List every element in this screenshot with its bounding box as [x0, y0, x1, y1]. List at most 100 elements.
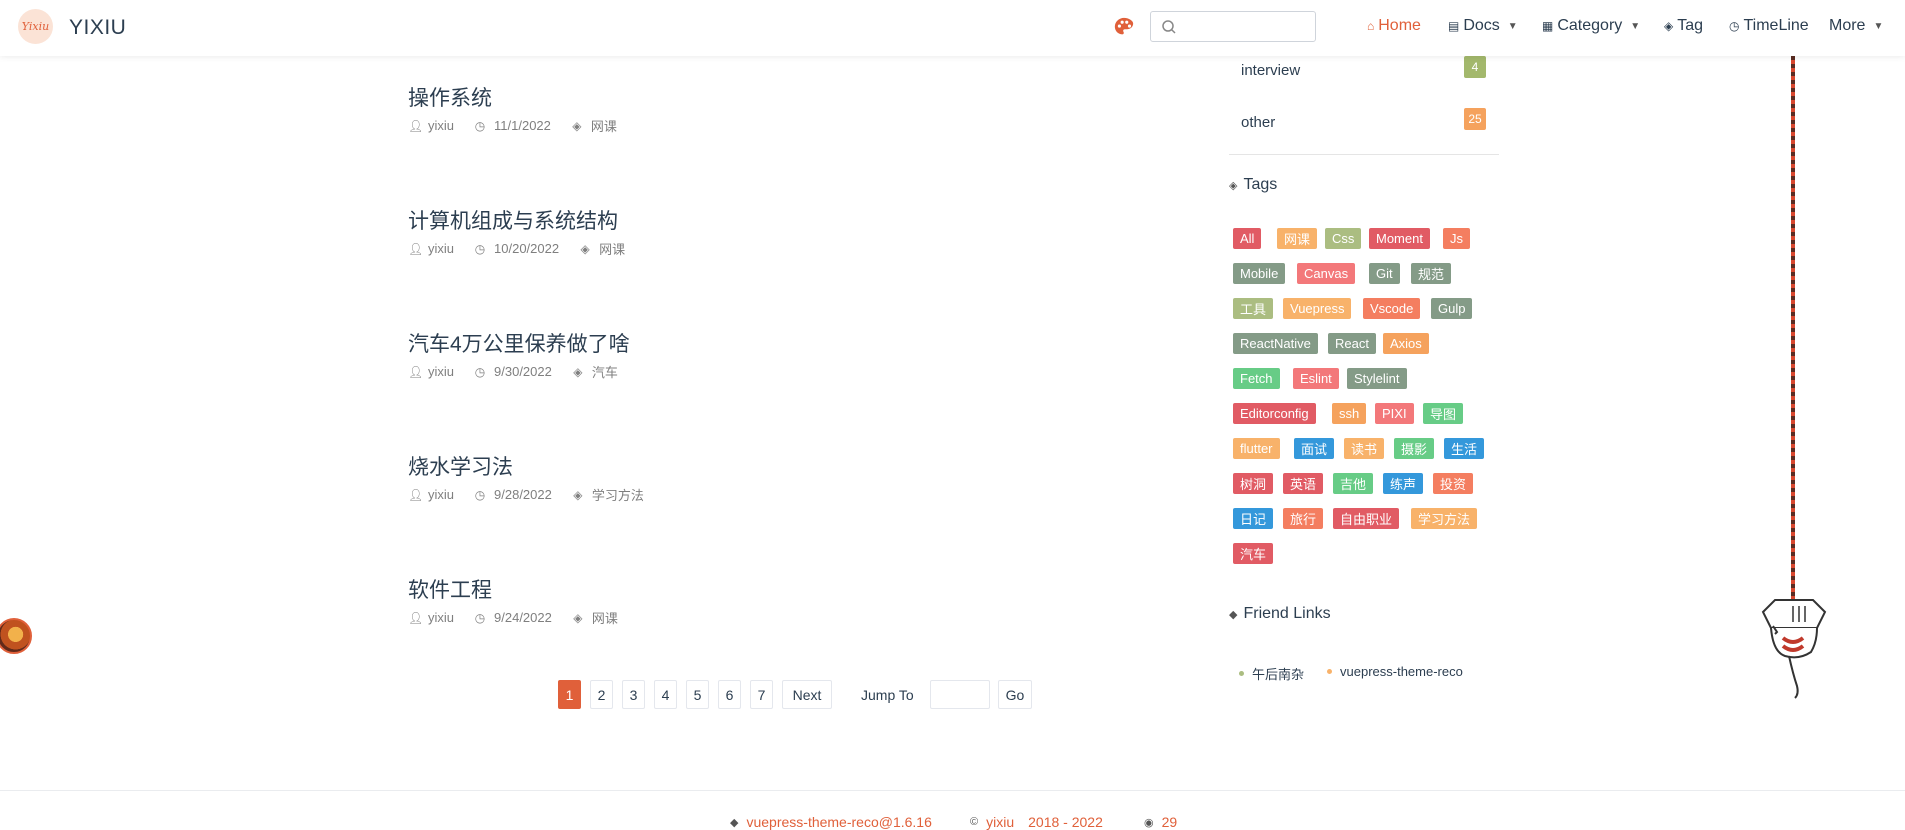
- tag-chip[interactable]: Stylelint: [1347, 368, 1407, 389]
- nav-home[interactable]: ⌂ Home: [1367, 17, 1421, 35]
- tag-chip[interactable]: Canvas: [1297, 263, 1356, 284]
- tag-chip[interactable]: 面试: [1294, 438, 1335, 459]
- article-meta: 👤︎ yixiu ◷ 9/24/2022 ◈ 网课: [408, 608, 638, 627]
- tag-chip[interactable]: 投资: [1433, 473, 1474, 494]
- tag-chip[interactable]: 练声: [1383, 473, 1424, 494]
- page-button-5[interactable]: 5: [686, 680, 709, 709]
- tag-chip[interactable]: Js: [1443, 228, 1470, 249]
- tag-chip[interactable]: PIXI: [1375, 403, 1414, 424]
- article-item: 软件工程 👤︎ yixiu ◷ 9/24/2022 ◈ 网课: [408, 574, 1108, 626]
- article-title[interactable]: 烧水学习法: [408, 451, 1108, 481]
- tag-chip[interactable]: 工具: [1233, 298, 1274, 319]
- tag-chip[interactable]: Git: [1369, 263, 1400, 284]
- footer-theme[interactable]: ◆ vuepress-theme-reco@1.6.16: [730, 814, 932, 830]
- copyright-icon: ©: [970, 816, 979, 828]
- article-item: 汽车4万公里保养做了啥 👤︎ yixiu ◷ 9/30/2022 ◈ 汽车: [408, 328, 1108, 380]
- back-to-top-rope: [1791, 56, 1795, 606]
- category-item-interview[interactable]: interview 4: [1241, 56, 1486, 86]
- article-meta: 👤︎ yixiu ◷ 9/28/2022 ◈ 学习方法: [408, 485, 664, 504]
- diamond-icon: ◆: [1229, 608, 1238, 621]
- tag-chip[interactable]: Vuepress: [1283, 298, 1352, 319]
- tag-chip[interactable]: React: [1328, 333, 1376, 354]
- tag-chip[interactable]: 导图: [1423, 403, 1464, 424]
- tag-chip[interactable]: 汽车: [1233, 543, 1274, 564]
- tag-chip[interactable]: Fetch: [1233, 368, 1280, 389]
- tag-chip[interactable]: ReactNative: [1233, 333, 1318, 354]
- page-button-2[interactable]: 2: [590, 680, 613, 709]
- article-title[interactable]: 汽车4万公里保养做了啥: [408, 328, 1108, 358]
- tag-chip[interactable]: Eslint: [1293, 368, 1339, 389]
- page-button-6[interactable]: 6: [718, 680, 741, 709]
- search-box[interactable]: [1150, 11, 1316, 42]
- tag-chip[interactable]: Mobile: [1233, 263, 1286, 284]
- clock-icon: ◷: [474, 118, 486, 133]
- tag-chip[interactable]: Css: [1325, 228, 1362, 249]
- footer-author[interactable]: yixiu: [986, 814, 1014, 830]
- tag-chip[interactable]: Vscode: [1363, 298, 1421, 319]
- nav-docs[interactable]: ▤ Docs ▼: [1448, 17, 1518, 35]
- article-author: yixiu: [428, 118, 455, 133]
- nav-category[interactable]: ▦ Category ▼: [1542, 17, 1640, 35]
- sidebar-divider: [1229, 154, 1499, 155]
- tag-chip[interactable]: 旅行: [1283, 508, 1324, 529]
- clock-icon: ◷: [474, 487, 486, 502]
- tag-chip[interactable]: Gulp: [1431, 298, 1473, 319]
- theme-palette-icon[interactable]: [1113, 16, 1135, 38]
- tags-heading: ◈ Tags: [1229, 176, 1277, 194]
- nav-home-label: Home: [1378, 17, 1421, 34]
- article-tag[interactable]: 网课: [599, 239, 625, 258]
- category-item-other[interactable]: other 25: [1241, 108, 1486, 138]
- article-tag[interactable]: 学习方法: [592, 485, 644, 504]
- tag-chip[interactable]: 自由职业: [1333, 508, 1400, 529]
- article-author: yixiu: [428, 364, 455, 379]
- tag-chip[interactable]: 规范: [1411, 263, 1452, 284]
- search-input[interactable]: [1183, 16, 1311, 39]
- article-title[interactable]: 软件工程: [408, 574, 1108, 604]
- tag-chip[interactable]: Editorconfig: [1233, 403, 1316, 424]
- site-logo[interactable]: Yixiu: [18, 9, 53, 44]
- article-tag[interactable]: 网课: [591, 116, 617, 135]
- tag-chip[interactable]: 学习方法: [1411, 508, 1478, 529]
- article-meta: 👤︎ yixiu ◷ 9/30/2022 ◈ 汽车: [408, 362, 638, 381]
- tag-chip[interactable]: ssh: [1332, 403, 1367, 424]
- back-to-top-cat-icon[interactable]: [1755, 594, 1831, 699]
- article-title[interactable]: 操作系统: [408, 82, 1108, 112]
- nav-tag-label: Tag: [1677, 17, 1704, 34]
- navbar: Yixiu YIXIU ⌂ Home ▤ Docs ▼ ▦ Category ▼…: [0, 0, 1905, 56]
- tag-chip[interactable]: All: [1233, 228, 1262, 249]
- tag-chip[interactable]: 英语: [1283, 473, 1324, 494]
- nav-more[interactable]: More ▼: [1829, 17, 1883, 35]
- page-button-1[interactable]: 1: [558, 680, 581, 709]
- tag-chip[interactable]: 读书: [1344, 438, 1385, 459]
- article-title[interactable]: 计算机组成与系统结构: [408, 205, 1108, 235]
- article-date: 9/30/2022: [494, 364, 552, 379]
- tag-chip[interactable]: 树洞: [1233, 473, 1274, 494]
- go-button[interactable]: Go: [998, 680, 1032, 709]
- article-date: 10/20/2022: [494, 241, 560, 256]
- footer-years: 2018 - 2022: [1028, 814, 1103, 830]
- friend-link[interactable]: 午后南杂: [1239, 664, 1304, 683]
- nav-timeline[interactable]: ◷ TimeLine: [1729, 17, 1809, 35]
- tag-chip[interactable]: Axios: [1383, 333, 1429, 354]
- tag-chip[interactable]: 摄影: [1394, 438, 1435, 459]
- article-tag[interactable]: 网课: [592, 608, 618, 627]
- next-page-button[interactable]: Next: [782, 680, 832, 709]
- tag-chip[interactable]: flutter: [1233, 438, 1280, 459]
- friend-link[interactable]: vuepress-theme-reco: [1327, 664, 1463, 679]
- author-icon: 👤︎: [408, 118, 424, 133]
- page-button-3[interactable]: 3: [622, 680, 645, 709]
- floating-avatar[interactable]: [0, 618, 32, 654]
- page-button-7[interactable]: 7: [750, 680, 773, 709]
- nav-timeline-label: TimeLine: [1743, 17, 1809, 34]
- article-tag[interactable]: 汽车: [592, 362, 618, 381]
- page-button-4[interactable]: 4: [654, 680, 677, 709]
- site-name[interactable]: YIXIU: [69, 16, 126, 40]
- nav-tag[interactable]: ◈ Tag: [1664, 17, 1703, 35]
- tag-chip[interactable]: 生活: [1444, 438, 1485, 459]
- tag-chip[interactable]: 网课: [1277, 228, 1318, 249]
- tag-chip[interactable]: 吉他: [1333, 473, 1374, 494]
- article-item: 计算机组成与系统结构 👤︎ yixiu ◷ 10/20/2022 ◈ 网课: [408, 205, 1108, 257]
- jump-to-input[interactable]: [930, 680, 990, 709]
- tag-chip[interactable]: 日记: [1233, 508, 1274, 529]
- tag-chip[interactable]: Moment: [1369, 228, 1430, 249]
